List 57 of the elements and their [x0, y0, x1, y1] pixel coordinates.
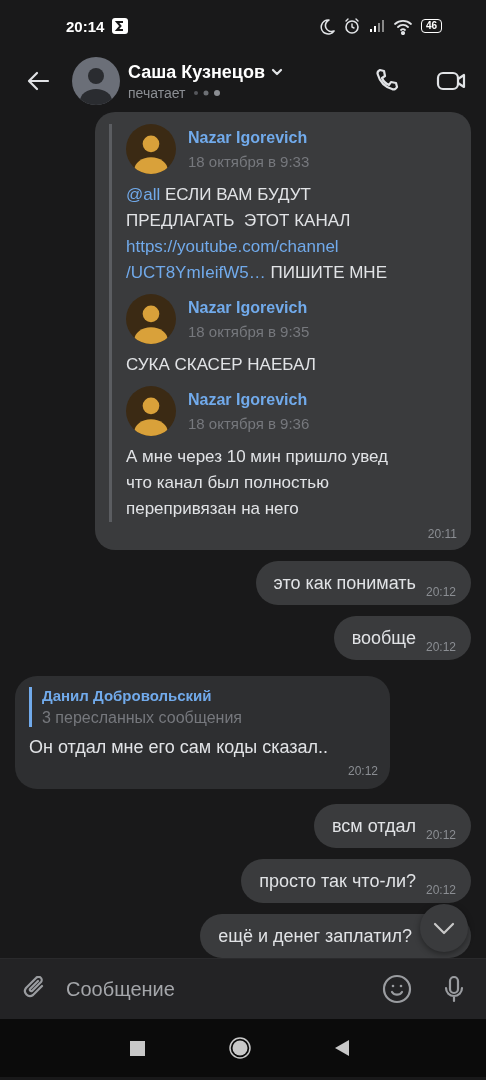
message-text: А мне через 10 мин пришло увед что канал был полностью перепривязан на него [126, 446, 390, 520]
message-time: 20:12 [425, 883, 456, 897]
message-time: 20:12 [347, 764, 378, 778]
message-time: 20:11 [427, 527, 457, 541]
battery-level: 46 [420, 19, 442, 33]
message-text: это как понимать [273, 572, 416, 595]
author-name[interactable]: Nazar Igorevich [188, 390, 310, 409]
message-text: Он отдал мне его сам коды сказал.. [29, 736, 330, 759]
message-text: вообще [351, 627, 416, 650]
scroll-down-button[interactable] [420, 904, 468, 952]
avatar [126, 294, 176, 344]
mention-link[interactable]: @all [126, 185, 161, 204]
outgoing-message-bubble[interactable]: это как понимать 20:12 [255, 561, 471, 605]
message-time: 20:12 [425, 828, 456, 842]
avatar [72, 57, 120, 105]
alarm-icon [342, 17, 361, 35]
triangle-icon [334, 1040, 349, 1056]
message-date: 18 октября в 9:33 [188, 152, 310, 170]
link[interactable]: /UCT8YmIeifW5… [126, 263, 266, 282]
forward-author[interactable]: Данил Добровольский [42, 687, 378, 704]
home-button[interactable] [228, 1037, 251, 1059]
message-text: всм отдал [331, 815, 416, 838]
author-name[interactable]: Nazar Igorevich [188, 128, 310, 147]
avatar [126, 124, 176, 174]
typing-status: печатает [128, 84, 186, 101]
author-name[interactable]: Nazar Igorevich [188, 298, 310, 317]
microphone-icon [442, 975, 466, 1003]
link[interactable]: https://youtube.com/channel [126, 237, 339, 256]
back-nav-button[interactable] [334, 1040, 349, 1056]
emoji-button[interactable] [380, 972, 414, 1006]
square-icon [129, 1040, 145, 1056]
outgoing-message-bubble[interactable]: вообще 20:12 [333, 616, 471, 660]
signal-icon [368, 19, 385, 33]
recents-button[interactable] [129, 1040, 145, 1056]
forward-count: 3 пересланных сообщения [42, 709, 243, 727]
message-date: 18 октября в 9:36 [188, 414, 310, 432]
circle-icon [228, 1037, 251, 1059]
clock-time: 20:14 [66, 17, 105, 35]
message-time: 20:12 [425, 640, 456, 654]
message-text: @all ЕСЛИ ВАМ БУДУТ ПРЕДЛАГАТЬ ЭТОТ КАНАЛ https://youtube.com/channel /UCT8YmIeifW5… ПИШИТЕ МНЕ [126, 184, 388, 284]
message-date: 18 октября в 9:35 [188, 322, 310, 340]
chevron-down-icon [270, 67, 283, 77]
typing-dots-icon [193, 89, 222, 96]
outgoing-message-bubble[interactable] [95, 112, 471, 550]
avatar [126, 386, 176, 436]
wifi-icon [392, 17, 413, 35]
message-text: просто так что-ли? [259, 870, 416, 893]
chevron-down-icon [433, 921, 455, 935]
sigma-icon [112, 18, 129, 34]
message-text: ещё и денег заплатил? [218, 925, 412, 948]
smiley-icon [382, 974, 412, 1004]
outgoing-message-bubble[interactable]: всм отдал 20:12 [313, 804, 471, 848]
incoming-message-bubble[interactable]: Данил Добровольский 3 пересланных сообщения Он отдал мне его сам коды сказал.. 20:12 [15, 676, 390, 789]
outgoing-message-bubble[interactable]: просто так что-ли? 20:12 [241, 859, 471, 903]
message-time: 20:12 [425, 585, 456, 599]
contact-name[interactable]: Саша Кузнецов [128, 61, 265, 83]
message-text: СУКА СКАСЕР НАЕБАЛ [126, 354, 317, 376]
